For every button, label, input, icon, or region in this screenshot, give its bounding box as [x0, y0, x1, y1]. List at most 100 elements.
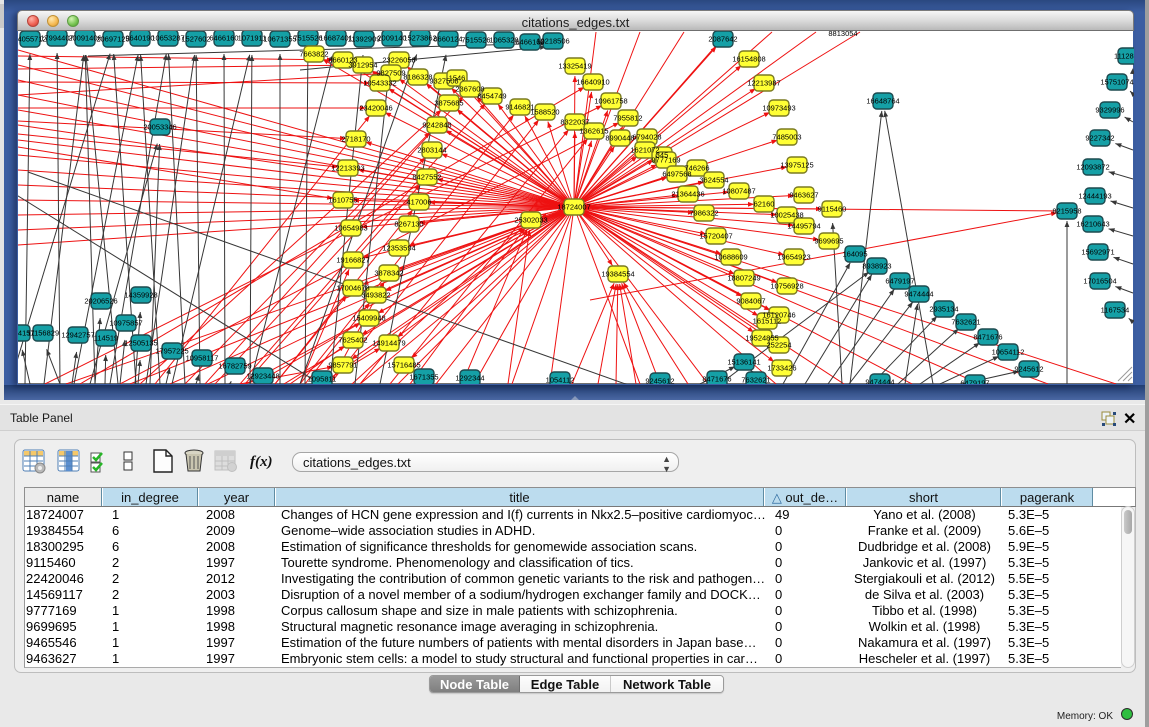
svg-text:10961758: 10961758: [594, 97, 627, 106]
svg-text:18724007: 18724007: [557, 203, 590, 212]
svg-text:9857791: 9857791: [328, 361, 357, 370]
svg-text:6479197: 6479197: [960, 379, 989, 385]
svg-text:62160: 62160: [754, 200, 775, 209]
svg-text:12444193: 12444193: [1078, 192, 1111, 201]
svg-text:9827509: 9827509: [376, 69, 405, 78]
svg-text:18807249: 18807249: [727, 274, 760, 283]
svg-text:1610755: 1610755: [328, 196, 357, 205]
svg-text:19654923: 19654923: [777, 253, 810, 262]
svg-text:9463627: 9463627: [789, 191, 818, 200]
svg-text:6466160: 6466160: [209, 34, 238, 43]
svg-text:15751074: 15751074: [1100, 78, 1133, 87]
svg-text:10958117: 10958117: [186, 354, 219, 363]
svg-text:15720407: 15720407: [699, 232, 732, 241]
svg-text:14914479: 14914479: [372, 339, 405, 348]
svg-text:16640910: 16640910: [576, 78, 609, 87]
svg-text:1615112: 1615112: [753, 317, 782, 326]
svg-text:15716485: 15716485: [387, 361, 420, 370]
svg-text:10807487: 10807487: [722, 187, 755, 196]
svg-text:15273862: 15273862: [403, 34, 436, 43]
svg-text:14495794: 14495794: [787, 222, 820, 231]
svg-text:15692971: 15692971: [1081, 248, 1114, 257]
svg-text:14359928: 14359928: [124, 291, 157, 300]
svg-text:10654983: 10654983: [334, 224, 367, 233]
svg-text:7663822: 7663822: [299, 50, 328, 59]
svg-text:1588520: 1588520: [530, 108, 559, 117]
svg-text:12942757: 12942757: [61, 331, 94, 340]
svg-text:10688609: 10688609: [714, 253, 747, 262]
svg-text:19384554: 19384554: [601, 270, 634, 279]
svg-text:1546: 1546: [449, 74, 466, 83]
svg-text:16154808: 16154808: [732, 55, 765, 64]
svg-text:8471676: 8471676: [702, 375, 731, 384]
svg-text:19218506: 19218506: [536, 37, 569, 46]
svg-text:17957225: 17957225: [155, 347, 188, 356]
svg-text:1054112: 1054112: [546, 376, 575, 385]
svg-text:8267130: 8267130: [394, 220, 423, 229]
svg-text:9777169: 9777169: [651, 156, 680, 165]
svg-text:2718170: 2718170: [341, 135, 370, 144]
svg-text:10543332: 10543332: [363, 79, 396, 88]
svg-text:1292344: 1292344: [455, 374, 484, 383]
svg-text:23226058: 23226058: [382, 56, 415, 65]
svg-text:3875685: 3875685: [434, 99, 463, 108]
svg-text:17016504: 17016504: [1083, 277, 1116, 286]
svg-text:8813054: 8813054: [828, 31, 857, 38]
svg-text:13975125: 13975125: [780, 161, 813, 170]
svg-text:8427552: 8427552: [412, 173, 441, 182]
svg-text:11156829: 11156829: [27, 329, 59, 338]
svg-text:1167534: 1167534: [1101, 306, 1130, 315]
svg-text:12505135: 12505135: [124, 339, 157, 348]
svg-text:1071911: 1071911: [238, 34, 267, 43]
svg-text:7485003: 7485003: [772, 133, 801, 142]
svg-text:6794028: 6794028: [632, 133, 661, 142]
svg-text:10973493: 10973493: [762, 104, 795, 113]
svg-text:9699695: 9699695: [814, 237, 843, 246]
svg-text:8938923: 8938923: [862, 262, 891, 271]
svg-text:8471676: 8471676: [973, 333, 1002, 342]
svg-text:9242848: 9242848: [422, 121, 451, 130]
svg-text:12213393: 12213393: [331, 164, 364, 173]
svg-text:417006: 417006: [406, 198, 431, 207]
svg-text:1095811: 1095811: [308, 375, 337, 384]
svg-text:9115460: 9115460: [818, 205, 847, 214]
svg-text:8990448: 8990448: [605, 134, 634, 143]
svg-text:9640190: 9640190: [125, 34, 154, 43]
svg-text:10025438: 10025438: [770, 211, 803, 220]
svg-text:23420046: 23420046: [359, 104, 392, 113]
svg-text:7515526: 7515526: [293, 34, 322, 43]
svg-text:10671355: 10671355: [263, 35, 296, 44]
svg-text:11392909: 11392909: [348, 35, 381, 44]
svg-text:12923448: 12923448: [246, 372, 279, 381]
svg-text:9227342: 9227342: [1085, 134, 1114, 143]
svg-text:16648764: 16648764: [866, 97, 899, 106]
svg-text:15409948: 15409948: [352, 314, 385, 323]
svg-text:2009140: 2009140: [377, 34, 406, 43]
svg-text:6479197: 6479197: [885, 277, 914, 286]
svg-text:1112853: 1112853: [1114, 52, 1134, 61]
svg-text:1065328: 1065328: [489, 36, 518, 45]
svg-text:3493822: 3493822: [361, 291, 390, 300]
svg-text:13325419: 13325419: [558, 62, 591, 71]
svg-text:12213987: 12213987: [747, 79, 780, 88]
svg-text:1733426: 1733426: [767, 364, 796, 373]
svg-text:164095: 164095: [842, 250, 867, 259]
svg-text:9245612: 9245612: [1014, 365, 1043, 374]
svg-text:1527602: 1527602: [181, 35, 210, 44]
svg-text:2935134: 2935134: [929, 305, 958, 314]
svg-text:10653287: 10653287: [151, 34, 184, 43]
svg-text:20053346: 20053346: [143, 123, 176, 132]
svg-text:3878342: 3878342: [374, 269, 403, 278]
svg-text:25302033: 25302033: [514, 216, 547, 225]
svg-text:12353594: 12353594: [382, 244, 415, 253]
svg-text:12093872: 12093872: [1076, 163, 1109, 172]
svg-text:252254: 252254: [766, 341, 791, 350]
svg-text:8660124: 8660124: [433, 35, 462, 44]
svg-text:9245612: 9245612: [645, 377, 674, 385]
svg-text:7632621: 7632621: [741, 376, 770, 385]
svg-text:114519: 114519: [94, 334, 118, 343]
svg-text:6497568: 6497568: [662, 170, 691, 179]
svg-text:8186328: 8186328: [403, 73, 432, 82]
svg-text:9474444: 9474444: [865, 378, 894, 385]
svg-text:8454749: 8454749: [477, 92, 506, 101]
